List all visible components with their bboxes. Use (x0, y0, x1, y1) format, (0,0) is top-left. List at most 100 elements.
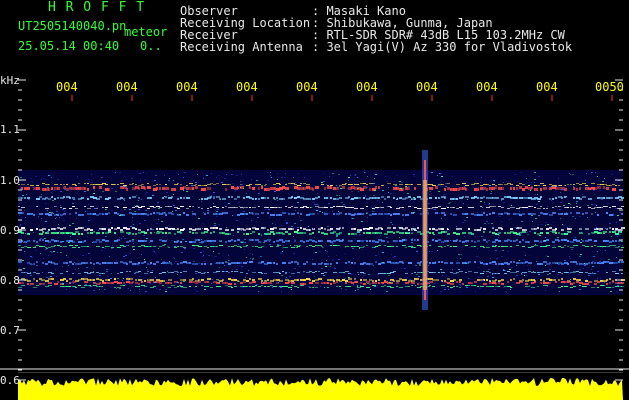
noise-speckle (24, 223, 25, 224)
streak-segment (234, 198, 237, 200)
antenna-label: Receiving Antenna (180, 40, 303, 54)
noise-speckle (29, 285, 31, 286)
noise-speckle (403, 219, 404, 220)
streak-segment (150, 228, 152, 230)
streak-segment (183, 279, 186, 281)
streak-segment (312, 240, 315, 242)
streak-segment (546, 228, 549, 230)
streak-segment (309, 245, 312, 246)
noise-speckle (60, 191, 62, 192)
noise-speckle (352, 218, 354, 219)
noise-speckle (53, 213, 54, 214)
noise-speckle (593, 182, 594, 183)
streak-segment (495, 229, 498, 231)
noise-speckle (292, 269, 293, 270)
noise-speckle (316, 210, 318, 211)
noise-speckle (27, 234, 29, 235)
streak-segment (261, 273, 263, 274)
streak-segment (159, 246, 162, 247)
streak-segment (510, 279, 512, 281)
noise-speckle (411, 242, 413, 243)
noise-speckle (35, 246, 36, 247)
noise-speckle (535, 218, 537, 219)
noise-speckle (561, 201, 563, 202)
streak-segment (237, 239, 240, 241)
noise-speckle (232, 269, 233, 270)
noise-speckle (149, 242, 150, 243)
streak-segment (342, 227, 344, 229)
streak-segment (48, 278, 51, 280)
streak-segment (129, 240, 131, 242)
noise-speckle (511, 267, 512, 268)
noise-speckle (570, 266, 571, 267)
noise-speckle (574, 272, 576, 273)
streak-segment (228, 283, 232, 285)
noise-speckle (50, 261, 51, 262)
streak-segment (66, 184, 68, 185)
noise-speckle (77, 176, 78, 177)
streak-segment (576, 188, 578, 191)
noise-speckle (361, 221, 363, 222)
streak-segment (366, 281, 370, 283)
noise-speckle (19, 215, 20, 216)
noise-speckle (560, 206, 562, 207)
streak-segment (150, 246, 152, 247)
streak-segment (303, 183, 306, 184)
noise-speckle (530, 217, 532, 218)
noise-speckle (87, 236, 88, 237)
noise-speckle (240, 187, 241, 188)
streak-segment (105, 262, 108, 264)
noise-speckle (315, 252, 317, 253)
streak-segment (285, 240, 288, 242)
streak-segment (138, 279, 142, 281)
streak-segment (453, 286, 455, 287)
streak-segment (516, 262, 519, 264)
noise-speckle (143, 172, 144, 173)
noise-speckle (512, 267, 513, 268)
noise-speckle (413, 197, 415, 198)
noise-speckle (496, 258, 498, 259)
streak-segment (282, 186, 285, 189)
streak-segment (522, 279, 524, 281)
noise-speckle (462, 222, 464, 223)
streak-segment (435, 279, 439, 281)
noise-speckle (553, 222, 554, 223)
noise-speckle (518, 189, 520, 190)
streak-segment (330, 197, 332, 199)
noise-speckle (126, 179, 127, 180)
noise-speckle (354, 281, 355, 282)
noise-speckle (209, 278, 210, 279)
noise-speckle (528, 286, 530, 287)
noise-speckle (458, 269, 460, 270)
streak-segment (48, 285, 52, 286)
noise-speckle (31, 181, 33, 182)
streak-segment (462, 213, 465, 215)
streak-segment (597, 287, 599, 288)
noise-speckle (507, 214, 508, 215)
noise-speckle (51, 196, 52, 197)
streak-segment (105, 184, 108, 185)
streak-segment (222, 207, 224, 208)
noise-speckle (155, 219, 156, 220)
noise-speckle (599, 262, 601, 263)
streak-segment (603, 206, 606, 207)
streak-segment (201, 241, 204, 243)
streak-segment (525, 261, 528, 263)
noise-speckle (256, 180, 258, 181)
streak-segment (180, 272, 182, 273)
streak-segment (537, 227, 539, 229)
noise-speckle (218, 224, 220, 225)
streak-segment (123, 285, 125, 286)
noise-speckle (105, 248, 106, 249)
streak-segment (480, 286, 484, 287)
noise-speckle (569, 269, 570, 270)
streak-segment (612, 262, 615, 264)
noise-speckle (211, 243, 212, 244)
noise-speckle (136, 195, 137, 196)
noise-speckle (20, 224, 21, 225)
noise-speckle (481, 212, 482, 213)
noise-speckle (232, 229, 234, 230)
noise-speckle (319, 211, 321, 212)
noise-speckle (58, 224, 59, 225)
noise-speckle (364, 240, 366, 241)
